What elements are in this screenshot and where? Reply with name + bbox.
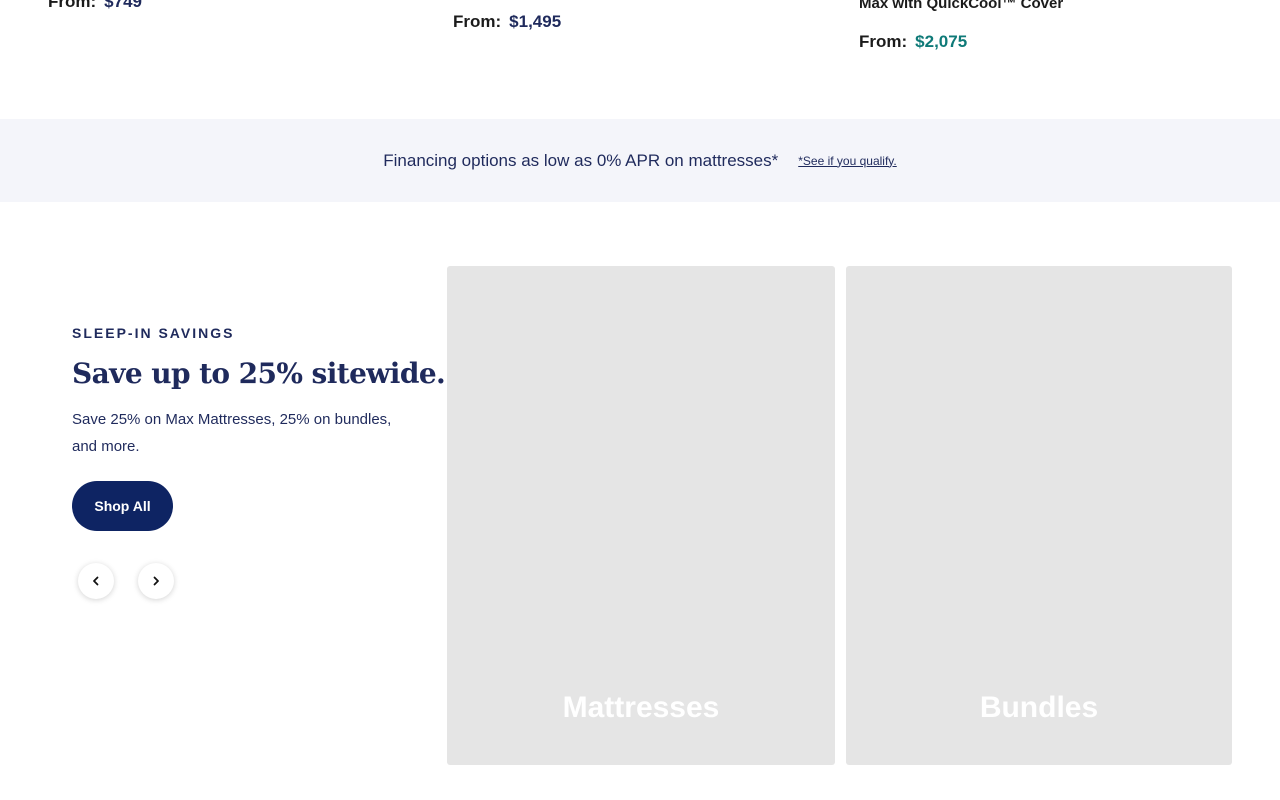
category-card-label: Bundles xyxy=(979,691,1099,724)
promo-eyebrow: SLEEP-IN SAVINGS xyxy=(72,325,235,341)
price-prefix: From: xyxy=(453,12,502,31)
product-card-3[interactable]: Max with QuickCool™ Cover From: $2,075 xyxy=(859,0,1063,52)
price-prefix: From: xyxy=(859,32,908,51)
product-card-1[interactable]: From: $749 xyxy=(48,0,142,12)
chevron-left-icon xyxy=(93,576,99,586)
category-card-label: Mattresses xyxy=(562,691,720,724)
carousel-next-button[interactable] xyxy=(138,563,174,599)
category-card-mattresses[interactable]: Mattresses xyxy=(447,266,835,765)
price-line: From: $2,075 xyxy=(859,32,1063,52)
price-line: From: $749 xyxy=(48,0,142,12)
promo-block: SLEEP-IN SAVINGS Save up to 25% sitewide… xyxy=(72,325,446,460)
price-value: $1,495 xyxy=(509,12,562,31)
category-card-bundles[interactable]: Bundles xyxy=(846,266,1232,765)
chevron-right-icon xyxy=(153,576,159,586)
price-prefix: From: xyxy=(48,0,97,11)
page: From: $749 From: $1,495 Max with QuickCo… xyxy=(0,0,1280,800)
price-value: $749 xyxy=(104,0,142,11)
product-title: Max with QuickCool™ Cover xyxy=(859,0,1064,12)
promo-headline: Save up to 25% sitewide. xyxy=(72,357,446,390)
financing-text: Financing options as low as 0% APR on ma… xyxy=(383,150,779,170)
see-if-you-qualify-link[interactable]: *See if you qualify. xyxy=(798,154,897,168)
carousel-prev-button[interactable] xyxy=(78,563,114,599)
promo-subtext: Save 25% on Max Mattresses, 25% on bundl… xyxy=(72,411,392,455)
financing-banner: Financing options as low as 0% APR on ma… xyxy=(0,119,1280,202)
price-line: From: $1,495 xyxy=(453,12,561,32)
product-card-2[interactable]: From: $1,495 xyxy=(453,12,561,32)
price-value: $2,075 xyxy=(915,32,968,51)
shop-all-button[interactable]: Shop All xyxy=(72,481,173,531)
